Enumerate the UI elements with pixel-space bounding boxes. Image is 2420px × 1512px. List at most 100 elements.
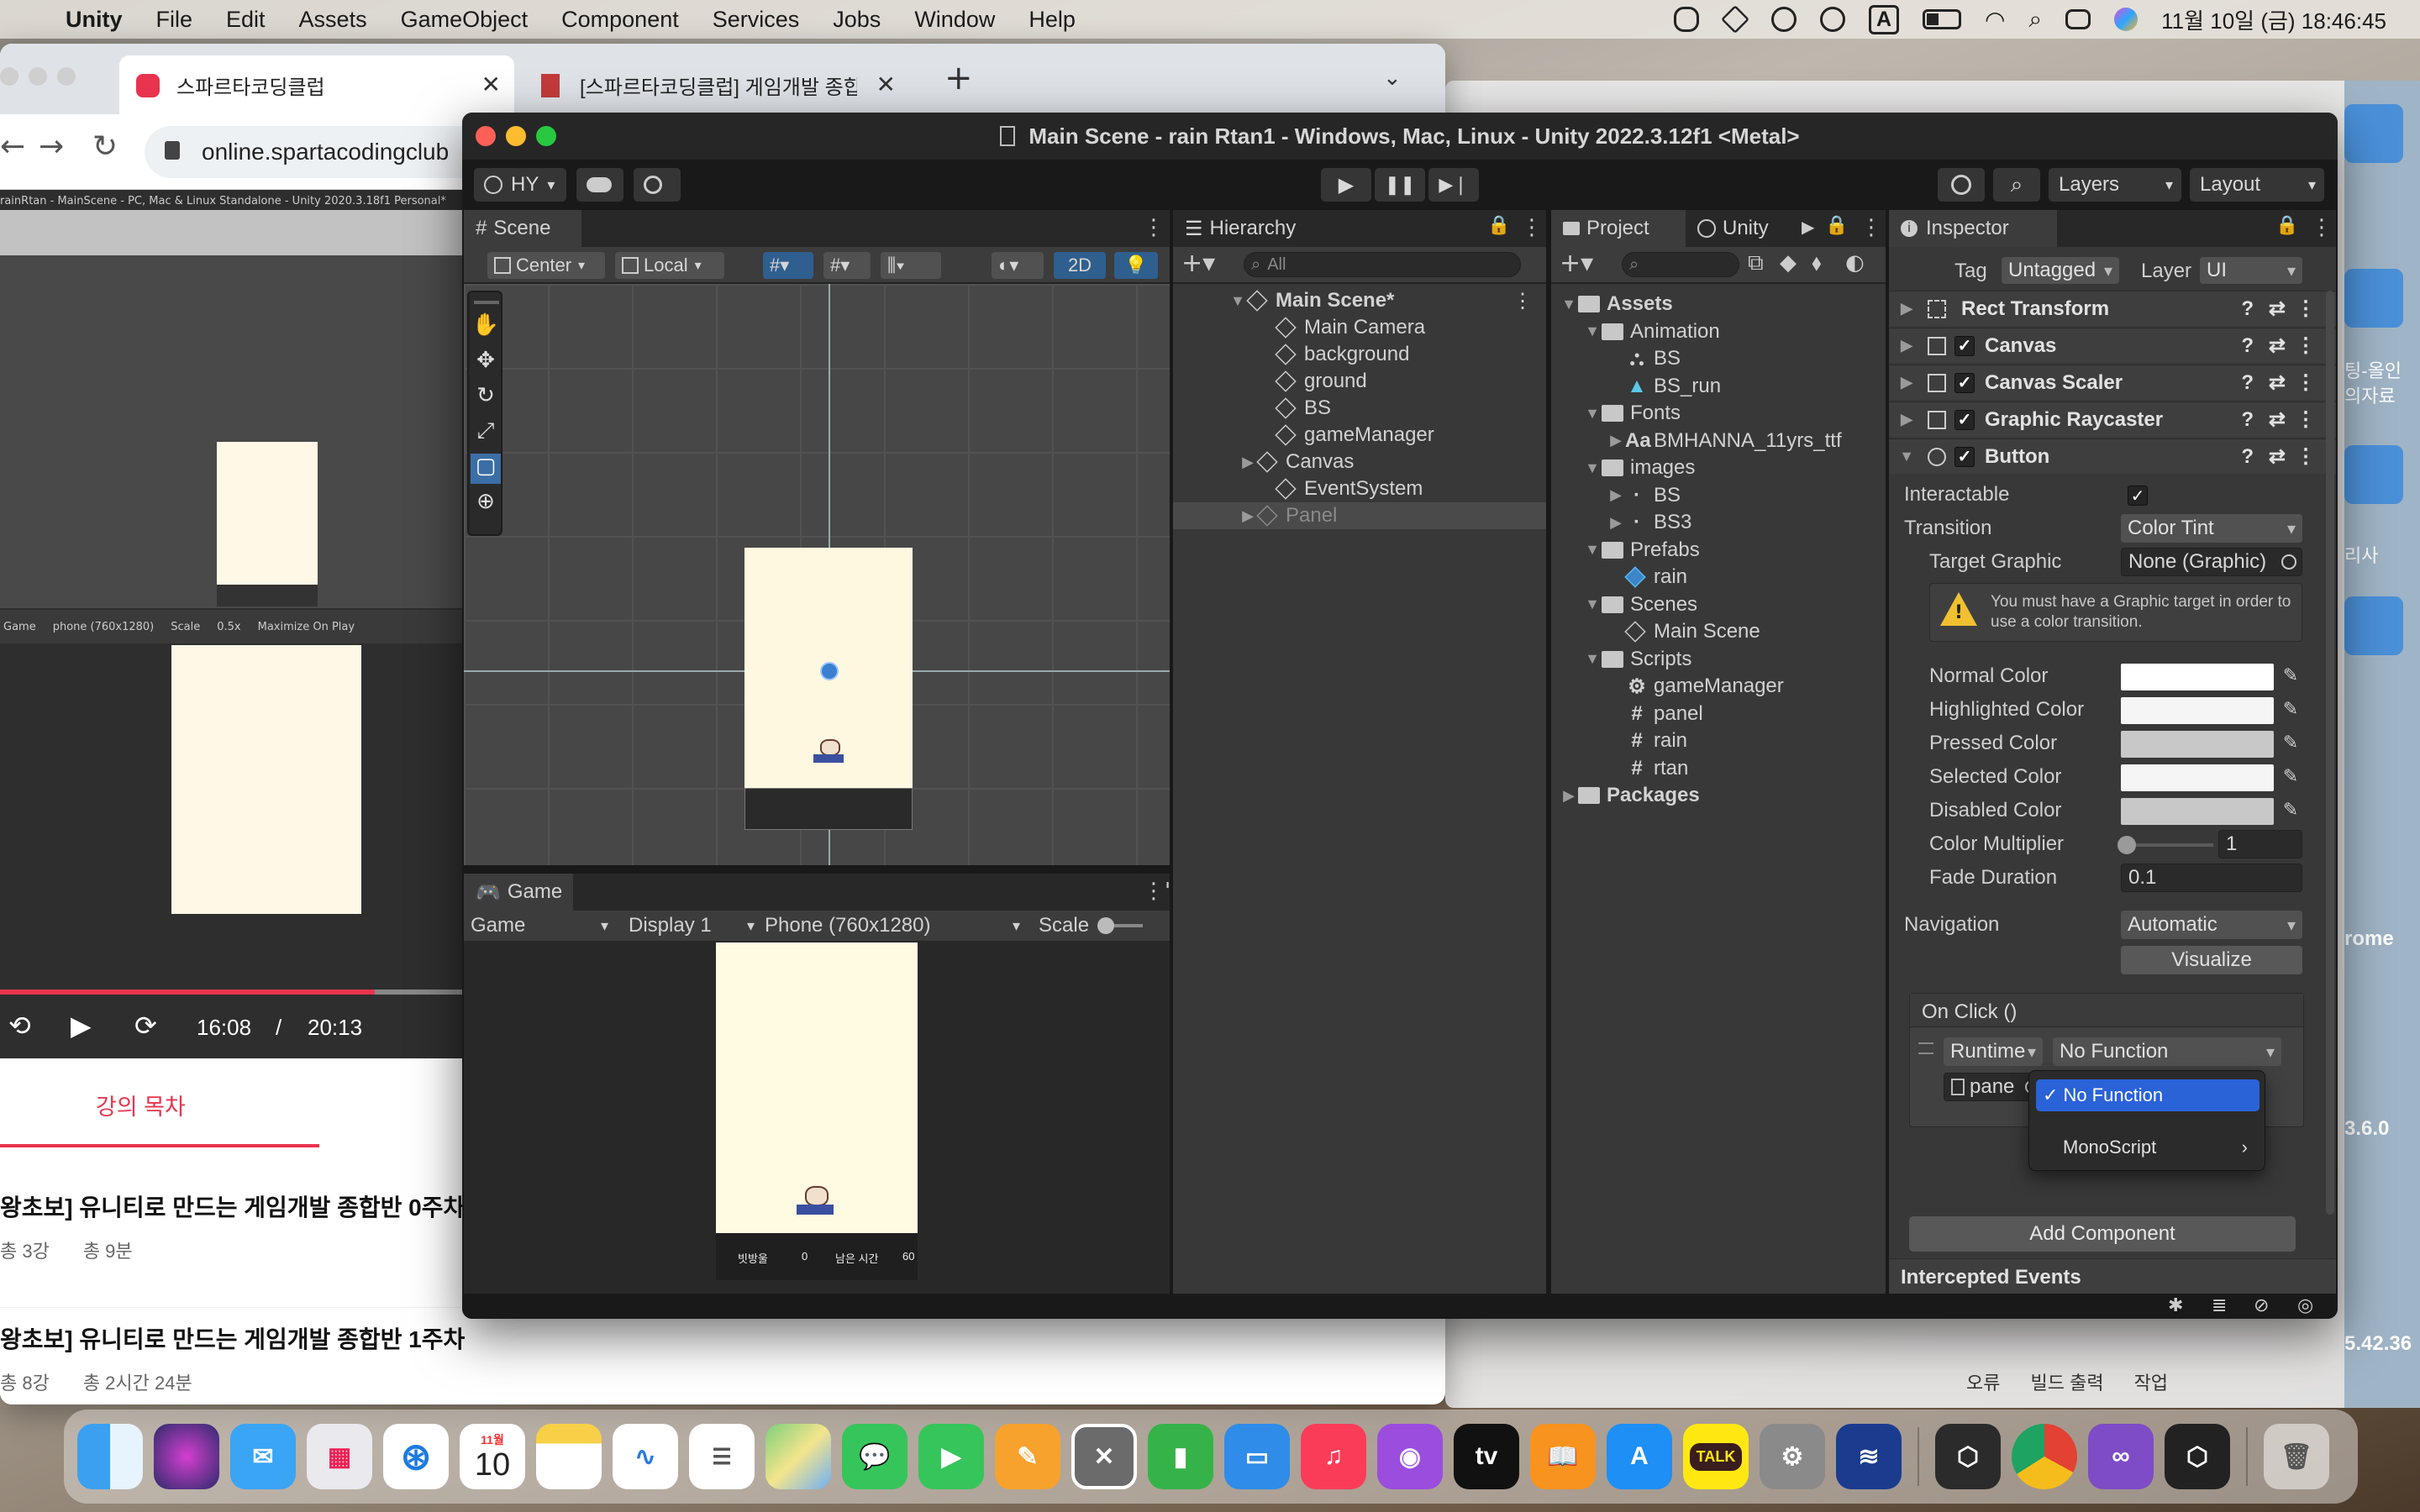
browser-tab-spartacoding[interactable]: 스파르타코딩클럽 ✕	[119, 55, 514, 114]
lock-icon[interactable]: 🔒	[2275, 215, 2298, 236]
align-button[interactable]: ⫼▾	[881, 252, 941, 279]
slider-thumb[interactable]	[2118, 836, 2136, 854]
tab-overflow-icon[interactable]: ▶	[1802, 217, 1814, 237]
chrome-icon[interactable]	[2012, 1424, 2077, 1489]
grid-snap-button[interactable]: #▾	[763, 252, 813, 279]
project-tree-item[interactable]: ▼ images	[1551, 454, 1886, 481]
preset-icon[interactable]: ⇄	[2269, 444, 2286, 469]
freeform-icon[interactable]: ∿	[613, 1424, 678, 1489]
eyedropper-icon[interactable]: ✎	[2279, 766, 2302, 790]
launchpad-icon[interactable]: ▦	[307, 1424, 372, 1489]
search-by-type-icon[interactable]: ⧉	[1748, 250, 1764, 276]
tree-toggle-icon[interactable]: ▼	[1583, 459, 1602, 477]
menu-item-no-function[interactable]: ✓ No Function	[2036, 1079, 2260, 1111]
tree-toggle-icon[interactable]: ▶	[1560, 787, 1578, 805]
spotlight-search-icon[interactable]: ⌕	[2028, 6, 2042, 34]
messages-icon[interactable]: 💬	[842, 1424, 908, 1489]
game-tab[interactable]: 🎮 Game	[464, 874, 573, 911]
kebab-menu-icon[interactable]: ⋮	[1143, 215, 1165, 240]
play-button[interactable]: ▶	[1321, 168, 1371, 202]
project-tree-item[interactable]: # rain	[1551, 727, 1886, 754]
menu-file[interactable]: File	[156, 7, 193, 33]
add-component-button[interactable]: Add Component	[1909, 1216, 2296, 1252]
display-dropdown[interactable]: Display 1 ▾	[629, 912, 755, 939]
hierarchy-item-background[interactable]: background	[1173, 341, 1546, 368]
scene-pivot-handle[interactable]	[820, 662, 839, 680]
help-icon[interactable]: ?	[2241, 408, 2254, 432]
inspector-scrollbar[interactable]	[2326, 291, 2334, 1215]
unity-close-button[interactable]	[476, 126, 496, 146]
component-graphic-raycaster[interactable]: ▶ ✓ Graphic Raycaster ? ⇄ ⋮	[1889, 402, 2336, 437]
window-close-dot[interactable]	[0, 67, 18, 86]
menu-jobs[interactable]: Jobs	[833, 7, 881, 33]
intercepted-events-header[interactable]: Intercepted Events	[1889, 1258, 2336, 1294]
kebab-menu-icon[interactable]: ⋮	[2311, 215, 2333, 240]
project-tree-item[interactable]: # panel	[1551, 701, 1886, 727]
project-tree-item[interactable]: ▼ Prefabs	[1551, 537, 1886, 564]
scene-tab[interactable]: # Scene	[464, 210, 581, 247]
error-tab[interactable]: 오류	[1966, 1368, 2000, 1395]
component-enabled-checkbox[interactable]: ✓	[1954, 446, 1975, 467]
kebab-menu-icon[interactable]: ⋮	[2296, 297, 2316, 321]
runtime-mode-dropdown[interactable]: Runtime	[1944, 1037, 2043, 1066]
component-enabled-checkbox[interactable]: ✓	[1954, 335, 1975, 356]
hierarchy-item-gamemanager[interactable]: gameManager	[1173, 422, 1546, 449]
transition-dropdown[interactable]: Color Tint	[2121, 514, 2302, 543]
battery-icon[interactable]	[1923, 9, 1961, 29]
unity-minimize-button[interactable]	[506, 126, 526, 146]
resolution-dropdown[interactable]: Phone (760x1280) ▾	[765, 912, 1025, 939]
rotate-tool-icon[interactable]: ↻	[471, 383, 501, 413]
account-button[interactable]: HY ▾	[474, 168, 566, 202]
podcasts-icon[interactable]: ◉	[1377, 1424, 1443, 1489]
menu-assets[interactable]: Assets	[299, 7, 367, 33]
tag-dropdown[interactable]: Untagged	[2002, 257, 2119, 284]
tree-toggle-icon[interactable]: ▶	[1607, 432, 1625, 449]
menu-help[interactable]: Help	[1028, 7, 1076, 33]
unity-zoom-button[interactable]	[536, 126, 556, 146]
project-search-input[interactable]: ⌕	[1622, 252, 1739, 277]
pages-icon[interactable]: ✎	[995, 1424, 1060, 1489]
project-tab[interactable]: Project	[1551, 210, 1686, 247]
menu-component[interactable]: Component	[561, 7, 679, 33]
kebab-menu-icon[interactable]: ⋮"	[1143, 879, 1170, 904]
unity-hub-dock-icon[interactable]: ⬡	[1935, 1424, 2001, 1489]
user-status-icon[interactable]	[1819, 7, 1845, 32]
input-source-icon[interactable]: A	[1868, 4, 1899, 34]
transform-tool-icon[interactable]: ⊕	[471, 489, 501, 519]
music-icon[interactable]: ♫	[1301, 1424, 1366, 1489]
tree-toggle-icon[interactable]: ▼	[1560, 296, 1578, 313]
new-tab-icon[interactable]: +	[944, 59, 973, 97]
tree-toggle-icon[interactable]: ▼	[1583, 323, 1602, 340]
lighting-toggle[interactable]: 💡	[1114, 252, 1158, 279]
cache-icon[interactable]: ≣	[2212, 1295, 2227, 1316]
menu-services[interactable]: Services	[713, 7, 800, 33]
siri-dock-icon[interactable]	[154, 1424, 219, 1489]
hidden-objects-icon[interactable]: ⊘	[2254, 1295, 2269, 1316]
drag-handle-icon[interactable]	[1918, 1042, 1933, 1054]
eyedropper-icon[interactable]: ✎	[2279, 732, 2302, 756]
trash-icon[interactable]: 🗑	[2264, 1424, 2329, 1489]
visual-studio-icon[interactable]: ∞	[2088, 1424, 2154, 1489]
help-icon[interactable]: ?	[2241, 371, 2254, 395]
selected-color-swatch[interactable]	[2121, 764, 2274, 791]
project-tree-item[interactable]: ▼ Animation	[1551, 318, 1886, 345]
kebab-menu-icon[interactable]: ⋮	[2296, 333, 2316, 358]
interactable-checkbox[interactable]: ✓	[2128, 486, 2148, 506]
pressed-color-swatch[interactable]	[2121, 731, 2274, 758]
pause-button[interactable]: ❚❚	[1375, 168, 1425, 202]
numbers-icon[interactable]: ▮	[1148, 1424, 1213, 1489]
finder-icon[interactable]	[77, 1424, 143, 1489]
project-tree-item[interactable]: ▼ Assets	[1551, 291, 1886, 318]
books-icon[interactable]: 📖	[1530, 1424, 1596, 1489]
kebab-menu-icon[interactable]: ⋮	[2296, 370, 2316, 395]
tab-close-icon[interactable]: ✕	[876, 71, 896, 98]
reload-icon[interactable]: ↻	[92, 129, 118, 164]
2d-mode-toggle[interactable]: 2D	[1054, 252, 1106, 279]
project-tree-item[interactable]: ⛬ BS	[1551, 345, 1886, 372]
wifi-icon[interactable]: ◠	[1985, 6, 2005, 34]
hierarchy-item-eventsystem[interactable]: EventSystem	[1173, 475, 1546, 502]
build-output-tab[interactable]: 빌드 출력	[2030, 1368, 2103, 1395]
cloud-button[interactable]	[576, 168, 623, 202]
pivot-local-dropdown[interactable]: Local ▾	[615, 252, 724, 279]
calendar-icon[interactable]: 11월 10	[460, 1424, 525, 1489]
